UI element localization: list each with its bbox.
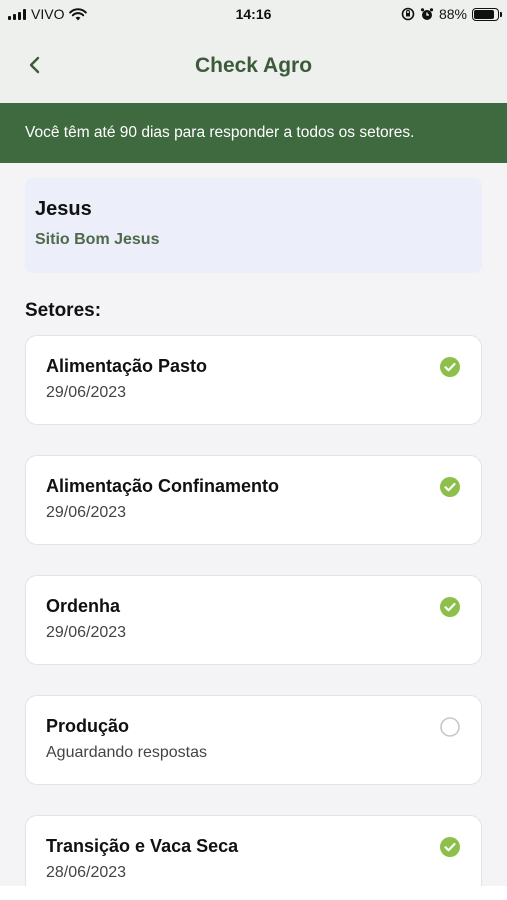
- farm-name: Sitio Bom Jesus: [35, 231, 160, 248]
- sector-card[interactable]: Produção Aguardando respostas: [25, 695, 482, 785]
- status-bar-left: VIVO: [8, 6, 88, 22]
- deadline-notice-banner: Você têm até 90 dias para responder a to…: [0, 103, 507, 163]
- notice-text: Você têm até 90 dias para responder a to…: [25, 124, 415, 141]
- bottom-edge: [0, 886, 507, 900]
- sector-name: Ordenha: [46, 596, 121, 616]
- sector-status: 29/06/2023: [46, 384, 127, 401]
- sector-card[interactable]: Alimentação Pasto 29/06/2023: [25, 335, 482, 425]
- check-circle-icon: [440, 357, 460, 377]
- back-button[interactable]: [20, 50, 50, 80]
- status-icon: [439, 836, 461, 858]
- check-circle-icon: [440, 597, 460, 617]
- page-title: Check Agro: [194, 53, 313, 77]
- status-bar: VIVO 14:16 88%: [0, 0, 507, 28]
- sectors-heading: Setores:: [25, 300, 102, 321]
- sector-card[interactable]: Ordenha 29/06/2023: [25, 575, 482, 665]
- sector-name: Produção: [46, 716, 130, 736]
- status-icon: [439, 596, 461, 618]
- owner-name: Jesus: [35, 198, 92, 220]
- sector-status: Aguardando respostas: [46, 744, 207, 761]
- battery-level: [474, 9, 495, 19]
- status-icon: [439, 716, 461, 738]
- chevron-left-icon: [29, 56, 40, 74]
- check-circle-icon: [440, 837, 460, 857]
- signal-icon: [8, 8, 26, 20]
- carrier-label: VIVO: [31, 6, 65, 22]
- empty-circle-icon: [440, 717, 460, 737]
- check-circle-icon: [440, 477, 460, 497]
- wifi-icon: [69, 7, 88, 20]
- battery-percent: 88%: [438, 6, 467, 22]
- alarm-icon: [420, 8, 434, 20]
- sector-status: 28/06/2023: [46, 864, 127, 881]
- status-bar-right: 88%: [401, 6, 502, 22]
- sector-name: Alimentação Confinamento: [46, 476, 280, 496]
- sector-name: Alimentação Pasto: [46, 356, 208, 376]
- sector-list: Alimentação Pasto 29/06/2023 Alimentação…: [25, 335, 482, 900]
- status-icon: [439, 356, 461, 378]
- app-header: Check Agro: [0, 28, 507, 103]
- sector-name: Transição e Vaca Seca: [46, 836, 239, 856]
- sector-status: 29/06/2023: [46, 504, 127, 521]
- status-icon: [439, 476, 461, 498]
- battery-icon: [472, 7, 502, 21]
- sector-card[interactable]: Alimentação Confinamento 29/06/2023: [25, 455, 482, 545]
- sector-status: 29/06/2023: [46, 624, 127, 641]
- farm-info-card: Jesus Sitio Bom Jesus: [25, 178, 482, 273]
- orientation-lock-icon: [401, 7, 415, 21]
